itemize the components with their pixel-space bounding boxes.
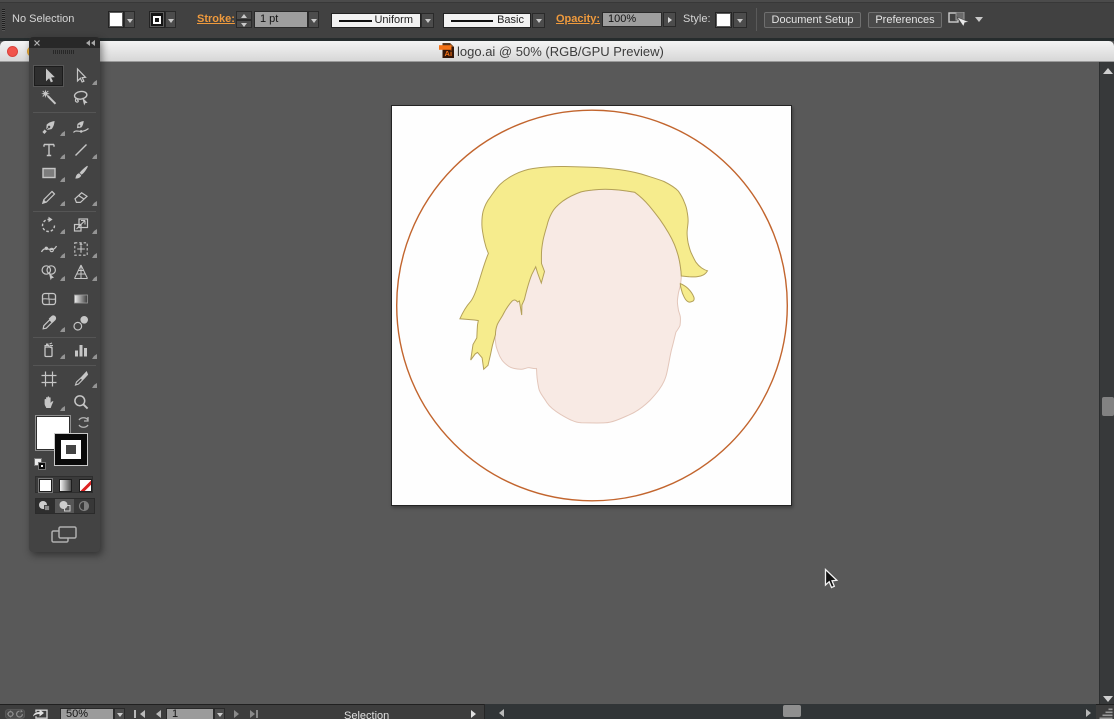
- svg-text:Ai: Ai: [445, 49, 453, 58]
